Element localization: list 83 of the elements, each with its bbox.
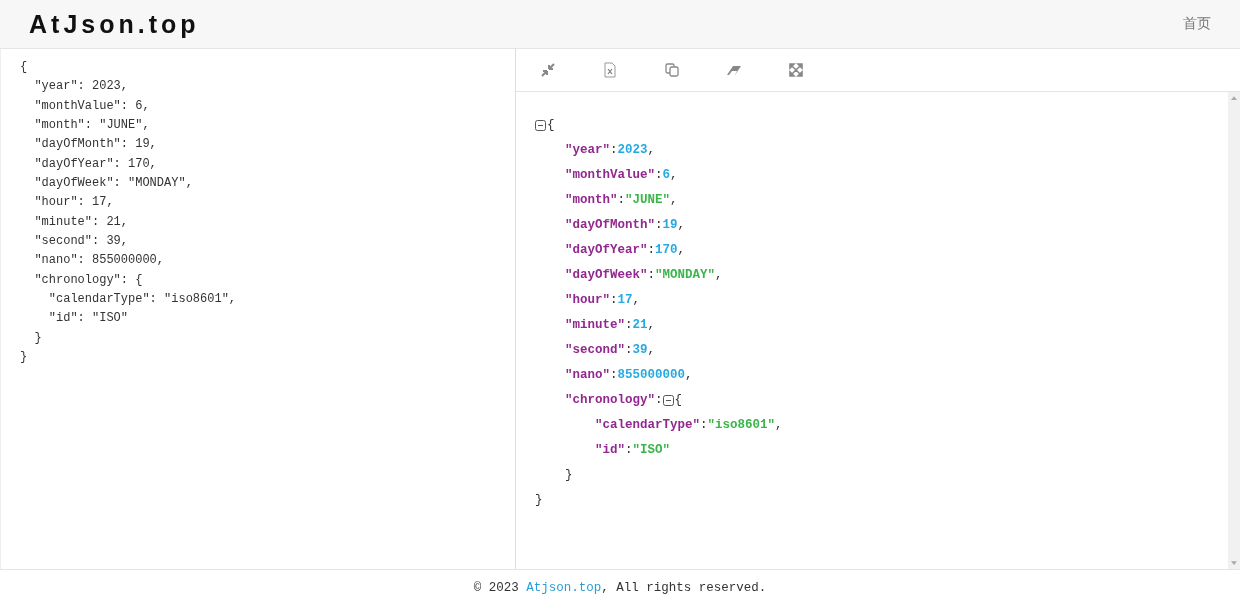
json-key: "second" (565, 338, 625, 363)
number-value: 6 (662, 167, 671, 184)
string-value: "JUNE" (625, 192, 671, 209)
comma: , (647, 317, 656, 334)
code-line: "dayOfYear": 170, (33, 155, 157, 173)
code-line: "minute": 21, (33, 213, 129, 231)
comma: , (775, 417, 783, 434)
colon: : (610, 367, 618, 384)
comma: , (677, 217, 686, 234)
comma: , (715, 267, 723, 284)
json-key: "monthValue" (565, 163, 655, 188)
colon: : (655, 392, 663, 409)
comma: , (685, 367, 693, 384)
brace: { (674, 392, 683, 409)
brace: { (547, 117, 555, 134)
code-line: "id": "ISO" (47, 310, 129, 328)
code-line: } (33, 329, 42, 347)
comma: , (632, 292, 641, 309)
comma: , (670, 192, 678, 209)
colon: : (625, 317, 633, 334)
comma: , (647, 342, 656, 359)
number-value: 170 (655, 242, 678, 259)
comma: , (677, 242, 686, 259)
colon: : (610, 292, 618, 309)
json-key: "month" (565, 188, 618, 213)
comma: , (647, 142, 656, 159)
colon: : (700, 417, 708, 434)
json-key: "dayOfMonth" (565, 213, 655, 238)
number-value: 19 (662, 217, 678, 234)
json-key: "year" (565, 138, 610, 163)
colon: : (655, 167, 663, 184)
copy-icon[interactable] (664, 62, 680, 78)
number-value: 855000000 (617, 367, 686, 384)
string-value: "iso8601" (707, 417, 776, 434)
json-key: "id" (595, 438, 625, 463)
code-line: "dayOfMonth": 19, (33, 136, 157, 154)
code-line: "year": 2023, (33, 78, 129, 96)
code-line: "dayOfWeek": "MONDAY", (33, 175, 193, 193)
scrollbar[interactable] (1228, 92, 1240, 569)
code-line: "second": 39, (33, 233, 129, 251)
number-value: 21 (632, 317, 648, 334)
scroll-down-icon[interactable] (1231, 561, 1237, 565)
code-line: "hour": 17, (33, 194, 114, 212)
number-value: 39 (632, 342, 648, 359)
colon: : (647, 242, 656, 259)
comma: , (670, 167, 678, 184)
json-key: "dayOfWeek" (565, 263, 648, 288)
scroll-up-icon[interactable] (1231, 96, 1237, 100)
colon: : (617, 192, 626, 209)
colon: : (647, 267, 656, 284)
string-value: "MONDAY" (655, 267, 716, 284)
collapse-icon[interactable] (662, 395, 674, 406)
json-key: "dayOfYear" (565, 238, 648, 263)
code-line: "nano": 855000000, (33, 252, 165, 270)
json-key: "calendarType" (595, 413, 701, 438)
code-line: "monthValue": 6, (33, 97, 150, 115)
code-line: "chronology": { (33, 271, 143, 289)
colon: : (655, 217, 663, 234)
json-key: "minute" (565, 313, 625, 338)
collapse-icon[interactable] (535, 120, 546, 131)
fullscreen-icon[interactable] (788, 62, 804, 78)
nav-link[interactable]: 首页 (1183, 15, 1211, 33)
site-link[interactable]: Atjson.top (526, 580, 602, 595)
json-key: "nano" (565, 363, 610, 388)
json-input-editor[interactable] (0, 49, 516, 569)
code-line: "month": "JUNE", (33, 117, 150, 135)
code-line: "calendarType": "iso8601", (47, 291, 237, 309)
string-value: "ISO" (632, 442, 671, 459)
json-key: "hour" (565, 288, 610, 313)
excel-file-icon[interactable] (602, 62, 618, 78)
number-value: 17 (617, 292, 633, 309)
copyright-text: © 2023 Atjson.top, All rights reserved. (473, 580, 767, 595)
colon: : (625, 342, 633, 359)
colon: : (625, 442, 633, 459)
compress-icon[interactable] (540, 62, 556, 78)
number-value: 2023 (617, 142, 648, 159)
brace: } (565, 467, 573, 484)
code-line: } (20, 349, 28, 367)
json-key: "chronology" (565, 388, 655, 413)
code-line: { (20, 59, 28, 76)
brace: } (535, 492, 543, 509)
colon: : (610, 142, 618, 159)
site-logo[interactable]: AtJson.top (29, 9, 200, 39)
